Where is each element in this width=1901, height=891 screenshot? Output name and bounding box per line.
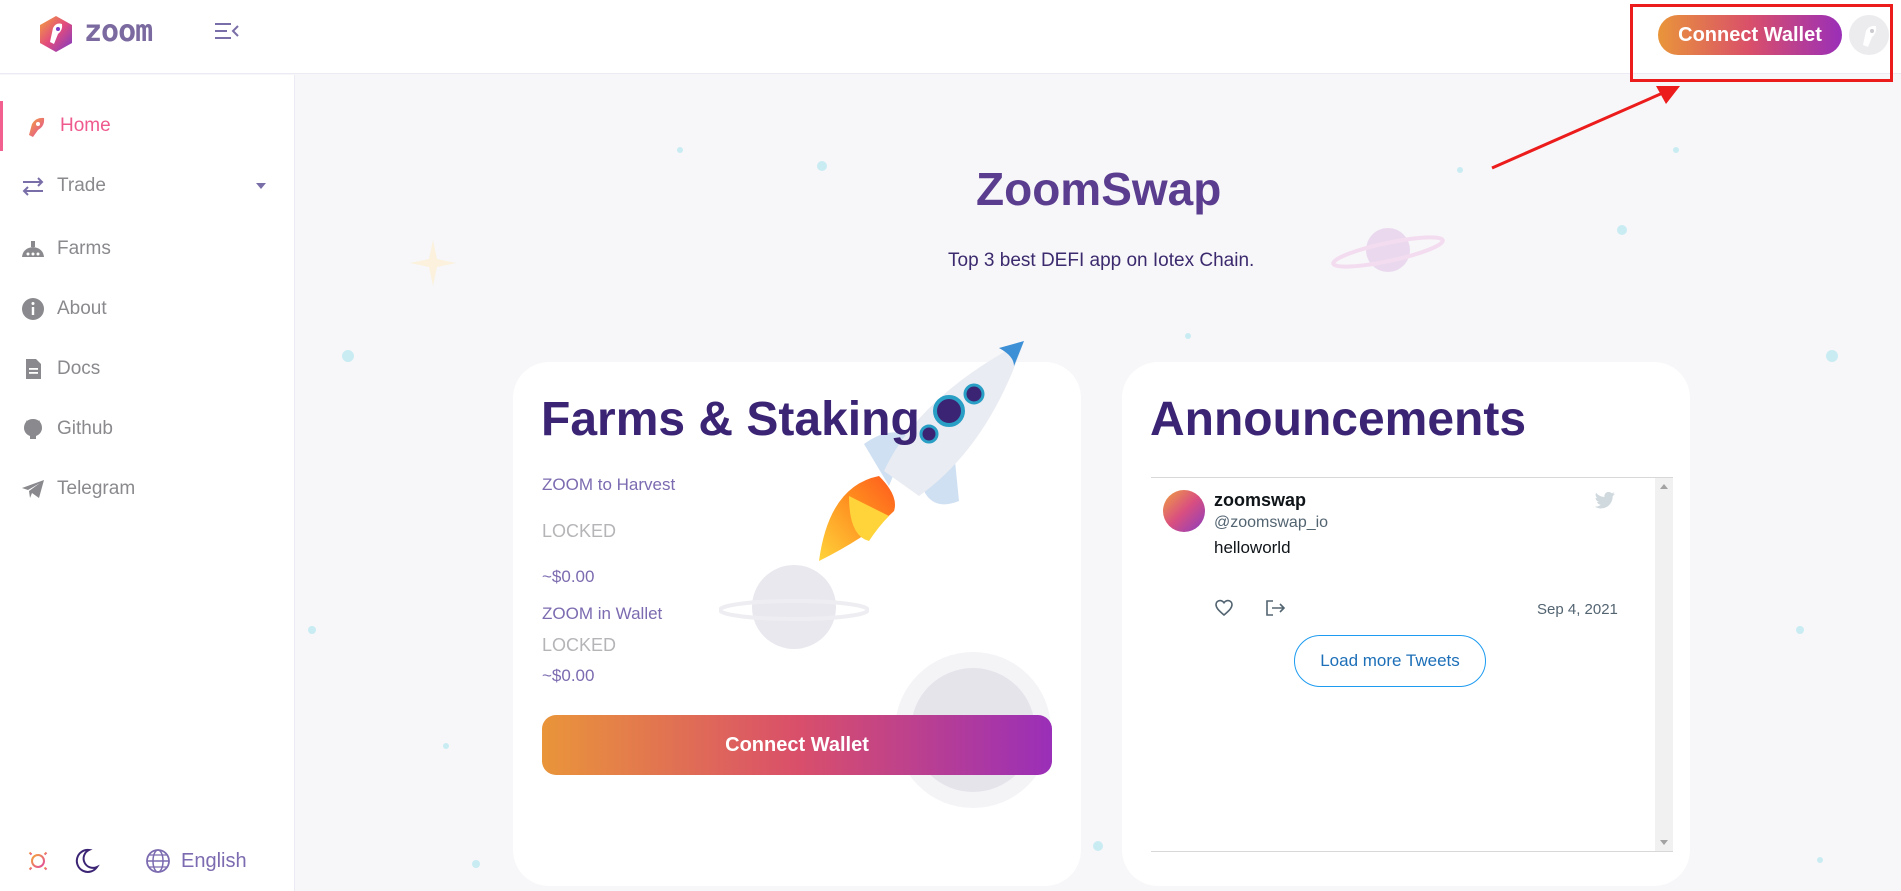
harvest-label: ZOOM to Harvest [542, 475, 676, 494]
heart-icon[interactable] [1214, 598, 1234, 618]
sidebar-item-label: Home [60, 115, 111, 136]
sidebar-item-home[interactable]: Home [0, 101, 294, 151]
sidebar-item-telegram[interactable]: Telegram [0, 464, 294, 514]
connect-wallet-button[interactable]: Connect Wallet [542, 715, 1052, 775]
sidebar-footer: English [0, 837, 294, 887]
twitter-bird-icon[interactable] [1595, 492, 1617, 510]
rocket-illustration-icon [819, 341, 1024, 561]
farm-icon [22, 241, 44, 257]
tweet-author-handle[interactable]: @zoomswap_io [1214, 514, 1328, 532]
chevron-down-icon[interactable] [256, 183, 266, 189]
farms-staking-card: Farms & Staking ZOOM to Harvest LOCKED ~… [513, 341, 1081, 886]
sidebar-item-docs[interactable]: Docs [0, 344, 294, 394]
wallet-value: ~$0.00 [542, 666, 595, 685]
document-icon [26, 359, 41, 379]
logo-text: zoom [84, 14, 153, 49]
sidebar: Home Trade Farms About Docs Github Teleg… [0, 75, 295, 891]
wallet-label: ZOOM in Wallet [542, 604, 663, 623]
sidebar-item-label: About [57, 298, 107, 319]
globe-icon [146, 849, 170, 873]
collapse-menu-icon[interactable] [214, 20, 240, 42]
zoom-logo-icon[interactable] [36, 14, 76, 54]
scrollbar[interactable] [1655, 478, 1673, 851]
harvest-value: ~$0.00 [542, 567, 595, 586]
tweet-author-name[interactable]: zoomswap [1214, 490, 1306, 511]
sidebar-item-farms[interactable]: Farms [0, 224, 294, 274]
page-title: ZoomSwap [976, 163, 1222, 215]
sidebar-item-trade[interactable]: Trade [0, 161, 294, 211]
github-icon [24, 419, 42, 439]
sidebar-item-about[interactable]: About [0, 284, 294, 334]
planet-decoration-icon [719, 565, 869, 649]
sidebar-item-label: Github [57, 418, 113, 439]
top-header: zoom Connect Wallet [0, 0, 1901, 74]
farms-card-title: Farms & Staking [541, 393, 920, 446]
wallet-status: LOCKED [542, 635, 617, 655]
announcements-card: Announcements zoomswap @zoomswap_io hell… [1122, 362, 1690, 886]
language-selector[interactable]: English [181, 850, 247, 873]
announcements-title: Announcements [1150, 393, 1527, 446]
load-more-tweets-button[interactable]: Load more Tweets [1294, 635, 1486, 687]
twitter-timeline[interactable]: zoomswap @zoomswap_io helloworld Sep 4, … [1151, 477, 1673, 852]
sidebar-item-label: Farms [57, 238, 111, 259]
harvest-status: LOCKED [542, 521, 617, 541]
highlight-box [1630, 4, 1893, 82]
sun-icon[interactable] [24, 847, 52, 875]
scroll-down-arrow-icon[interactable] [1660, 840, 1668, 845]
sidebar-item-label: Telegram [57, 478, 136, 499]
sidebar-item-label: Trade [57, 175, 106, 196]
rocket-icon [29, 117, 45, 137]
info-icon [22, 298, 44, 320]
tweet-avatar[interactable] [1163, 490, 1205, 532]
sidebar-item-label: Docs [57, 358, 101, 379]
page-subtitle: Top 3 best DEFI app on Iotex Chain. [948, 250, 1255, 271]
swap-arrows-icon [22, 177, 44, 196]
moon-icon[interactable] [72, 847, 100, 875]
share-icon[interactable] [1264, 598, 1286, 618]
tweet-date[interactable]: Sep 4, 2021 [1537, 601, 1618, 618]
scroll-up-arrow-icon[interactable] [1660, 484, 1668, 489]
tweet-text: helloworld [1214, 538, 1291, 557]
telegram-icon [22, 480, 44, 498]
sidebar-item-github[interactable]: Github [0, 404, 294, 454]
